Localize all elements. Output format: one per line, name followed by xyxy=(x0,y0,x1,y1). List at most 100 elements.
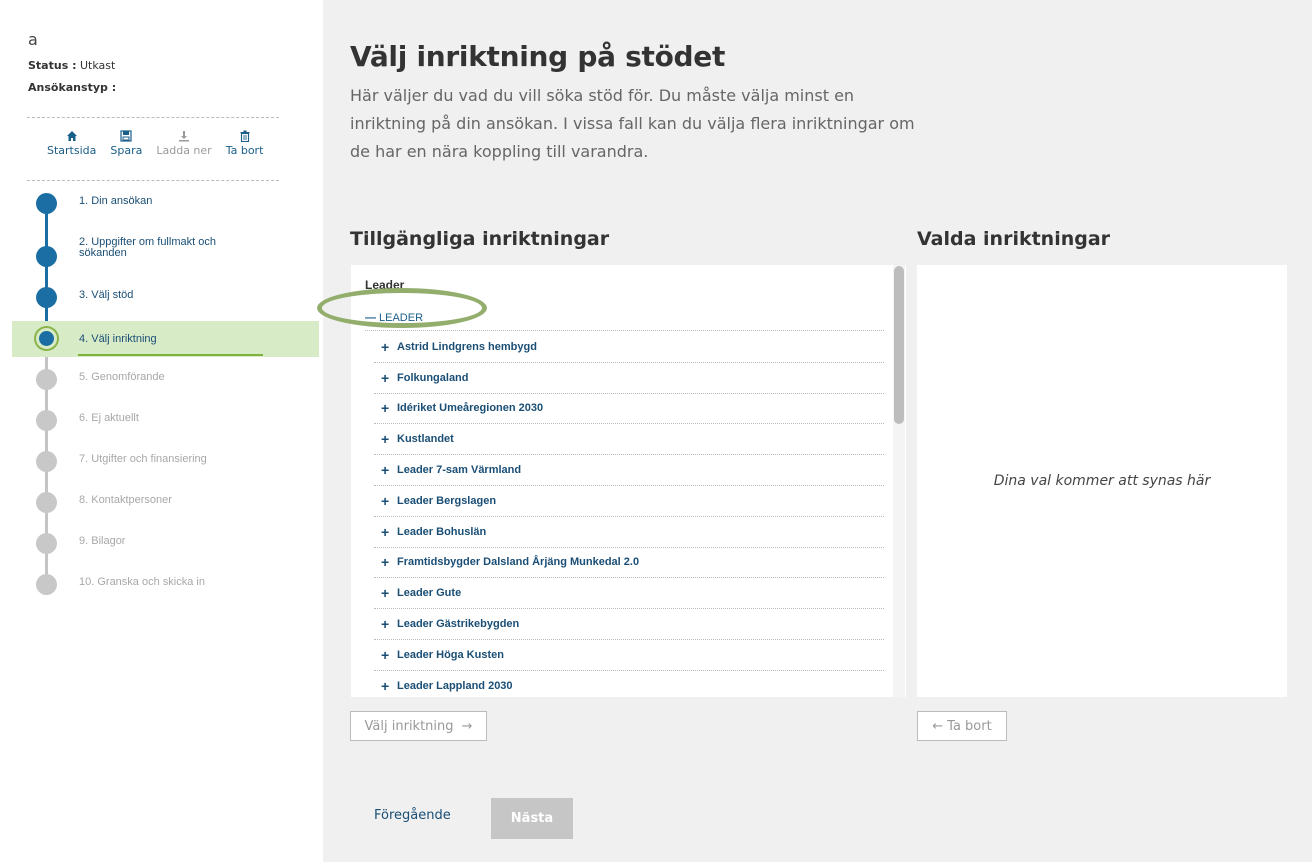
step-9: 9. Bilagor xyxy=(0,523,323,559)
home-icon xyxy=(66,131,77,141)
status-value: Utkast xyxy=(79,59,116,72)
list-item-label: Leader Lappland 2030 xyxy=(397,679,513,692)
save-icon xyxy=(120,130,132,142)
step-3[interactable]: 3. Välj stöd xyxy=(0,277,323,313)
list-item-label: Astrid Lindgrens hembygd xyxy=(397,340,537,353)
step-6: 6. Ej aktuellt xyxy=(0,400,323,436)
delete-button[interactable]: Ta bort xyxy=(225,130,264,157)
step-pending-dot xyxy=(36,574,57,595)
highlight-annotation-ellipse xyxy=(317,288,487,328)
save-button[interactable]: Spara xyxy=(110,130,142,157)
list-item-label: Leader Bergslagen xyxy=(397,494,497,507)
step-pending-dot xyxy=(36,492,57,513)
step-label: 4. Välj inriktning xyxy=(79,333,157,345)
arrow-left-icon: ← xyxy=(932,718,944,734)
list-item[interactable]: + Framtidsbygder Dalsland Årjäng Munkedal… xyxy=(374,548,884,579)
option-list: + Astrid Lindgrens hembygd + Folkungaland … xyxy=(374,332,884,697)
list-item[interactable]: + Leader 7-sam Värmland xyxy=(374,455,884,486)
list-item-label: Leader Bohuslän xyxy=(397,525,487,538)
expand-icon: + xyxy=(381,369,390,386)
application-name: a xyxy=(28,30,38,49)
expand-icon: + xyxy=(381,554,390,571)
expand-icon: + xyxy=(381,400,390,417)
step-label: 3. Välj stöd xyxy=(79,289,134,301)
list-item[interactable]: + Idériket Umeåregionen 2030 xyxy=(374,394,884,425)
step-label: 2. Uppgifter om fullmakt och sökanden xyxy=(79,236,216,259)
step-pending-dot xyxy=(36,410,57,431)
application-type-label: Ansökanstyp : xyxy=(28,81,117,94)
step-label: 8. Kontaktpersoner xyxy=(79,494,172,506)
list-item-label: Leader Höga Kusten xyxy=(397,648,504,661)
list-item[interactable]: + Folkungaland xyxy=(374,363,884,394)
list-item-label: Leader Gute xyxy=(397,587,462,600)
step-5: 5. Genomförande xyxy=(0,359,323,395)
step-label: 6. Ej aktuellt xyxy=(79,412,139,424)
next-button[interactable]: Nästa xyxy=(491,798,573,839)
expand-icon: + xyxy=(381,492,390,509)
application-type-line: Ansökanstyp : xyxy=(28,81,116,94)
delete-label: Ta bort xyxy=(225,144,264,157)
intro-text: Här väljer du vad du vill söka stöd för.… xyxy=(350,86,915,161)
step-complete-dot xyxy=(36,193,57,214)
list-item[interactable]: + Kustlandet xyxy=(374,424,884,456)
previous-link[interactable]: Föregående xyxy=(374,808,451,823)
status-label: Status : xyxy=(28,59,77,72)
choose-direction-button[interactable]: Välj inriktning → xyxy=(350,711,487,741)
list-item[interactable]: + Leader Gästrikebygden xyxy=(374,609,884,640)
main-content: Välj inriktning på stödet Här väljer du … xyxy=(317,0,1312,862)
home-button[interactable]: Startsida xyxy=(47,130,96,157)
download-button[interactable]: Ladda ner xyxy=(156,130,212,157)
expand-icon: + xyxy=(381,431,390,448)
step-label: 9. Bilagor xyxy=(79,535,126,547)
list-item[interactable]: + Leader Bohuslän xyxy=(374,517,884,548)
step-pending-dot xyxy=(36,369,57,390)
step-2[interactable]: 2. Uppgifter om fullmakt och sökanden xyxy=(0,229,323,267)
available-heading: Tillgängliga inriktningar xyxy=(350,228,610,250)
status-line: Status : Utkast xyxy=(28,59,115,72)
step-label: 7. Utgifter och finansiering xyxy=(79,453,207,465)
expand-icon: + xyxy=(381,646,390,663)
list-item-label: Leader 7-sam Värmland xyxy=(397,464,522,477)
list-item-label: Framtidsbygder Dalsland Årjäng Munkedal … xyxy=(397,556,640,569)
list-item[interactable]: + Leader Bergslagen xyxy=(374,486,884,517)
step-current-dot xyxy=(36,328,57,349)
choose-button-label: Välj inriktning xyxy=(364,718,454,734)
active-step-underline xyxy=(78,354,263,356)
step-4-active[interactable]: 4. Välj inriktning xyxy=(12,321,319,357)
expand-icon: + xyxy=(381,462,390,479)
list-scrollbar-thumb[interactable] xyxy=(894,266,904,424)
download-label: Ladda ner xyxy=(156,144,212,157)
step-complete-dot xyxy=(36,287,57,308)
list-item[interactable]: + Leader Höga Kusten xyxy=(374,640,884,671)
list-item[interactable]: + Leader Lappland 2030 xyxy=(374,671,884,697)
remove-button[interactable]: ← Ta bort xyxy=(917,711,1007,741)
list-item-label: Leader Gästrikebygden xyxy=(397,618,520,631)
page-title: Välj inriktning på stödet xyxy=(350,40,726,73)
expand-icon: + xyxy=(381,616,390,633)
expand-icon: + xyxy=(381,523,390,540)
step-1[interactable]: 1. Din ansökan xyxy=(0,183,323,219)
list-item-label: Folkungaland xyxy=(397,371,469,384)
step-10: 10. Granska och skicka in xyxy=(0,564,323,600)
remove-button-label: Ta bort xyxy=(947,718,992,734)
step-complete-dot xyxy=(36,246,57,267)
list-item[interactable]: + Astrid Lindgrens hembygd xyxy=(374,332,884,363)
selected-list-panel: Dina val kommer att synas här xyxy=(917,265,1287,697)
available-list-panel: Leader — LEADER + Astrid Lindgrens hembygd… xyxy=(351,265,906,697)
step-7: 7. Utgifter och finansiering xyxy=(0,441,323,477)
selected-heading: Valda inriktningar xyxy=(917,228,1111,250)
list-item-label: Kustlandet xyxy=(397,433,454,446)
list-item[interactable]: + Leader Gute xyxy=(374,578,884,610)
trash-icon xyxy=(240,130,250,142)
sidebar: a Status : Utkast Ansökanstyp : Startsid… xyxy=(0,0,323,862)
list-item-label: Idériket Umeåregionen 2030 xyxy=(397,402,544,415)
expand-icon: + xyxy=(381,585,390,602)
divider xyxy=(27,180,279,181)
expand-icon: + xyxy=(381,677,390,694)
toolbar: Startsida Spara Ladda ner Ta bort xyxy=(47,130,277,157)
step-label: 5. Genomförande xyxy=(79,371,165,383)
home-label: Startsida xyxy=(47,144,97,157)
arrow-right-icon: → xyxy=(461,718,473,734)
step-pending-dot xyxy=(36,533,57,554)
selected-placeholder: Dina val kommer att synas här xyxy=(993,473,1211,489)
